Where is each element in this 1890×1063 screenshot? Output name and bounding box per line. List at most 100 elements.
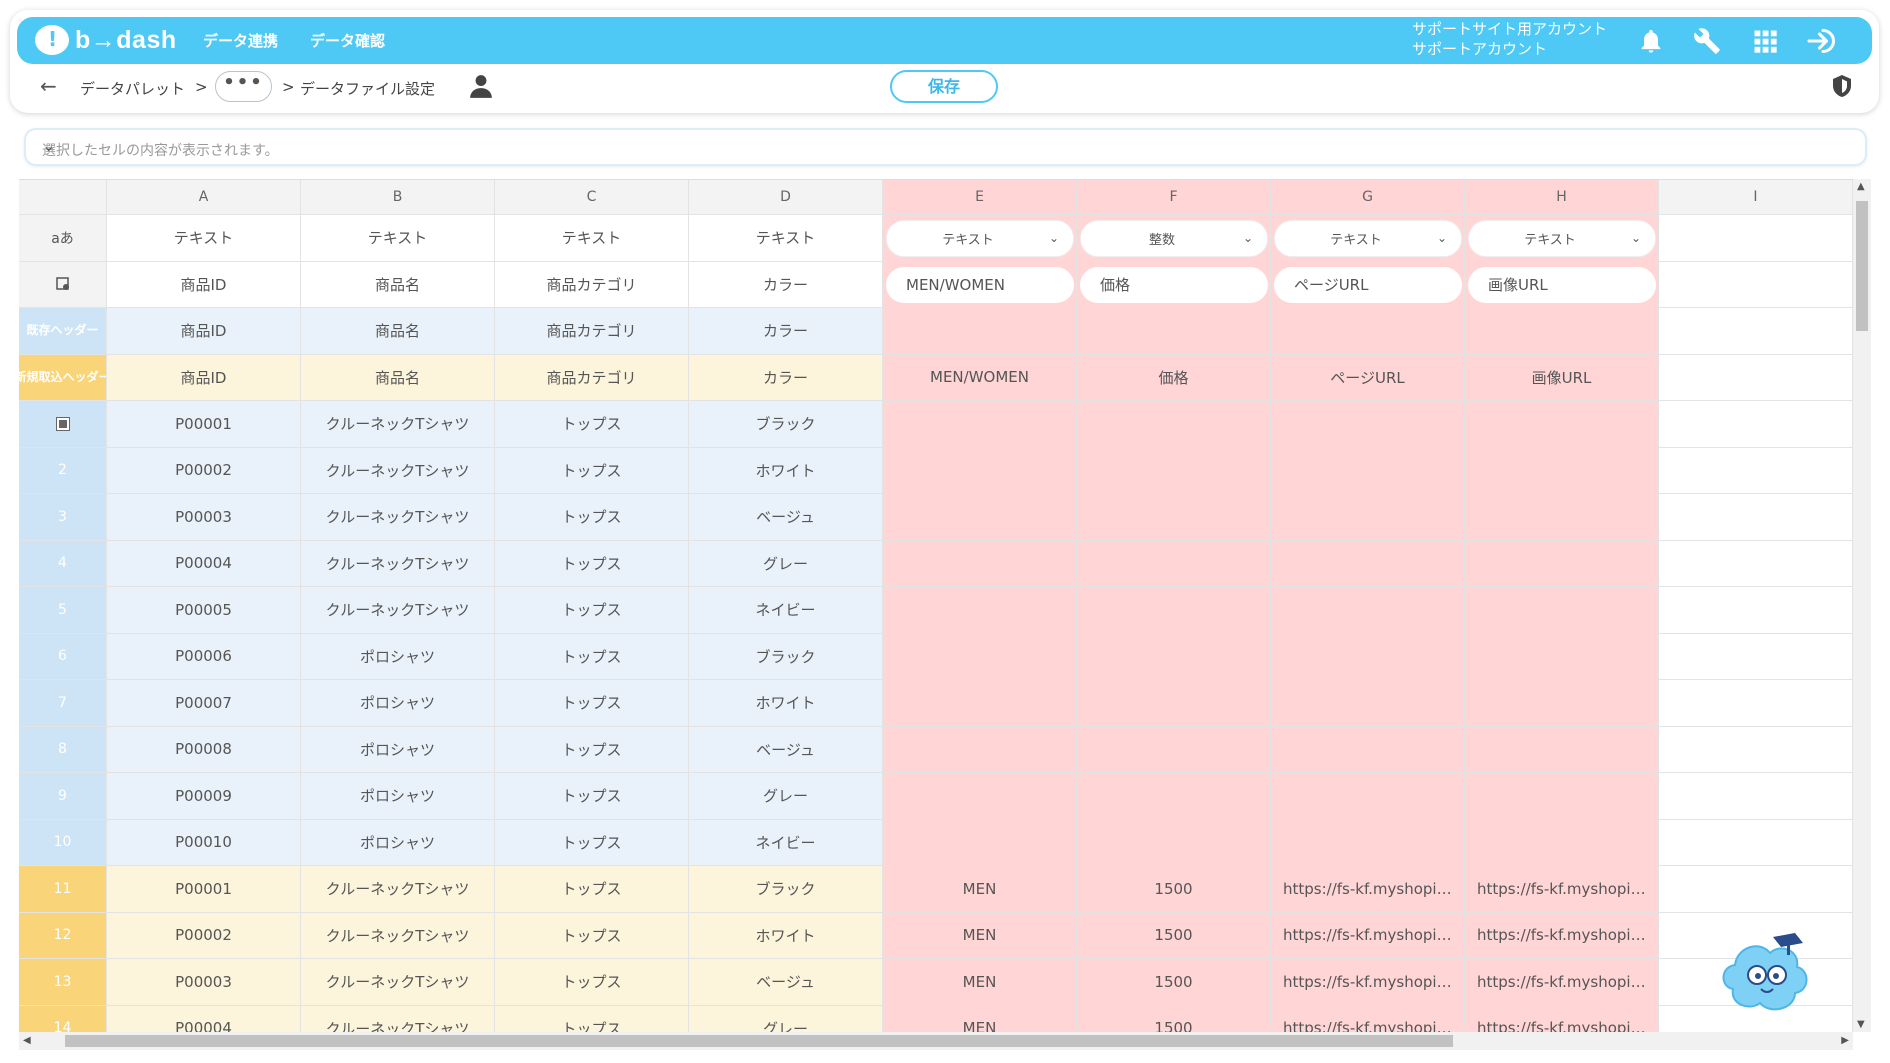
data-cell[interactable] [883, 680, 1077, 727]
data-cell[interactable]: https://fs-kf.myshopi… [1465, 959, 1659, 1006]
row-number[interactable]: 12 [19, 912, 107, 959]
logo[interactable]: b→dash [35, 23, 177, 57]
data-cell[interactable]: トップス [495, 912, 689, 959]
data-cell[interactable] [1271, 819, 1465, 866]
empty-cell[interactable] [1659, 773, 1853, 820]
data-cell[interactable] [1465, 401, 1659, 448]
scroll-up-arrow-icon[interactable]: ▲ [1857, 181, 1865, 192]
data-cell[interactable] [1271, 680, 1465, 727]
column-name-input[interactable]: MEN/WOMEN [886, 266, 1074, 303]
data-cell[interactable] [1271, 494, 1465, 541]
empty-cell[interactable] [1659, 354, 1853, 401]
data-cell[interactable]: https://fs-kf.myshopi… [1465, 912, 1659, 959]
row-number[interactable]: 7 [19, 680, 107, 727]
new-header-cell[interactable]: 商品ID [107, 354, 301, 401]
empty-cell[interactable] [1659, 726, 1853, 773]
empty-cell[interactable] [1659, 401, 1853, 448]
row-number[interactable]: 3 [19, 494, 107, 541]
data-cell[interactable]: クルーネックTシャツ [301, 587, 495, 634]
data-cell[interactable]: ブラック [689, 401, 883, 448]
user-icon[interactable] [468, 73, 494, 99]
data-cell[interactable]: ブラック [689, 866, 883, 913]
data-cell[interactable]: P00002 [107, 912, 301, 959]
data-cell[interactable]: P00009 [107, 773, 301, 820]
column-header[interactable]: E [883, 180, 1077, 215]
data-cell[interactable]: トップス [495, 494, 689, 541]
data-cell[interactable]: https://fs-kf.myshopi… [1271, 1005, 1465, 1032]
data-cell[interactable]: クルーネックTシャツ [301, 912, 495, 959]
scroll-left-arrow-icon[interactable]: ◀ [23, 1035, 31, 1046]
data-cell[interactable] [1465, 633, 1659, 680]
data-cell[interactable]: MEN [883, 912, 1077, 959]
data-cell[interactable] [883, 447, 1077, 494]
data-cell[interactable] [883, 540, 1077, 587]
data-cell[interactable] [1465, 540, 1659, 587]
empty-cell[interactable] [1659, 494, 1853, 541]
column-name-cell[interactable]: 商品名 [301, 261, 495, 308]
empty-cell[interactable] [1659, 540, 1853, 587]
nav-data-integration[interactable]: データ連携 [203, 30, 278, 51]
wrench-icon[interactable] [1693, 27, 1721, 55]
data-cell[interactable] [1271, 633, 1465, 680]
data-cell[interactable] [1271, 726, 1465, 773]
bell-icon[interactable] [1637, 27, 1665, 55]
row-number[interactable]: 9 [19, 773, 107, 820]
data-cell[interactable] [1271, 773, 1465, 820]
data-cell[interactable]: ベージュ [689, 726, 883, 773]
data-cell[interactable]: P00003 [107, 959, 301, 1006]
horizontal-scrollbar[interactable]: ◀ ▶ [19, 1032, 1853, 1050]
row-number[interactable]: 14 [19, 1005, 107, 1032]
data-cell[interactable] [1077, 447, 1271, 494]
data-cell[interactable]: ブラック [689, 633, 883, 680]
data-cell[interactable]: P00001 [107, 401, 301, 448]
data-cell[interactable]: トップス [495, 587, 689, 634]
empty-cell[interactable] [1659, 866, 1853, 913]
data-cell[interactable]: https://fs-kf.myshopi… [1271, 959, 1465, 1006]
data-cell[interactable]: ネイビー [689, 819, 883, 866]
data-cell[interactable]: MEN [883, 1005, 1077, 1032]
data-cell[interactable]: トップス [495, 540, 689, 587]
data-cell[interactable]: https://fs-kf.myshopi… [1465, 866, 1659, 913]
column-type-select[interactable]: 整数 ⌄ [1080, 220, 1268, 257]
data-cell[interactable]: クルーネックTシャツ [301, 866, 495, 913]
column-name-cell[interactable]: 商品ID [107, 261, 301, 308]
data-cell[interactable]: ポロシャツ [301, 633, 495, 680]
row-number[interactable]: 11 [19, 866, 107, 913]
column-header[interactable]: D [689, 180, 883, 215]
row-number[interactable] [19, 401, 107, 448]
data-cell[interactable]: P00007 [107, 680, 301, 727]
breadcrumb-data-palette[interactable]: データパレット [80, 78, 185, 99]
data-cell[interactable]: トップス [495, 866, 689, 913]
data-cell[interactable] [1077, 633, 1271, 680]
row-number[interactable]: 2 [19, 447, 107, 494]
existing-header-cell[interactable] [1465, 308, 1659, 355]
empty-cell[interactable] [1659, 261, 1853, 308]
row-number[interactable]: 4 [19, 540, 107, 587]
column-header[interactable]: F [1077, 180, 1271, 215]
data-cell[interactable]: クルーネックTシャツ [301, 401, 495, 448]
data-cell[interactable] [1077, 819, 1271, 866]
column-type-select[interactable]: テキスト ⌄ [886, 220, 1074, 257]
column-type-select[interactable]: テキスト ⌄ [1468, 220, 1656, 257]
empty-cell[interactable] [1659, 680, 1853, 727]
empty-cell[interactable] [1659, 633, 1853, 680]
data-cell[interactable] [1077, 401, 1271, 448]
data-cell[interactable]: ホワイト [689, 447, 883, 494]
data-cell[interactable]: ネイビー [689, 587, 883, 634]
data-cell[interactable]: MEN [883, 866, 1077, 913]
vertical-scroll-thumb[interactable] [1856, 201, 1868, 331]
column-name-input[interactable]: 価格 [1080, 266, 1268, 303]
horizontal-scroll-thumb[interactable] [65, 1035, 1453, 1047]
data-cell[interactable]: 1500 [1077, 866, 1271, 913]
column-header[interactable]: A [107, 180, 301, 215]
new-header-cell[interactable]: 商品名 [301, 354, 495, 401]
data-cell[interactable]: クルーネックTシャツ [301, 494, 495, 541]
spreadsheet-grid[interactable]: A B C D E F G H Iaあ テキスト テキスト テキスト テキスト テキスト ⌄ 整数 ⌄ テキスト ⌄… [19, 179, 1853, 1032]
existing-header-cell[interactable] [1271, 308, 1465, 355]
data-cell[interactable]: P00004 [107, 540, 301, 587]
row-number[interactable]: 13 [19, 959, 107, 1006]
data-cell[interactable] [883, 494, 1077, 541]
data-cell[interactable] [1077, 680, 1271, 727]
data-cell[interactable]: グレー [689, 540, 883, 587]
corner-cell[interactable] [19, 180, 107, 215]
